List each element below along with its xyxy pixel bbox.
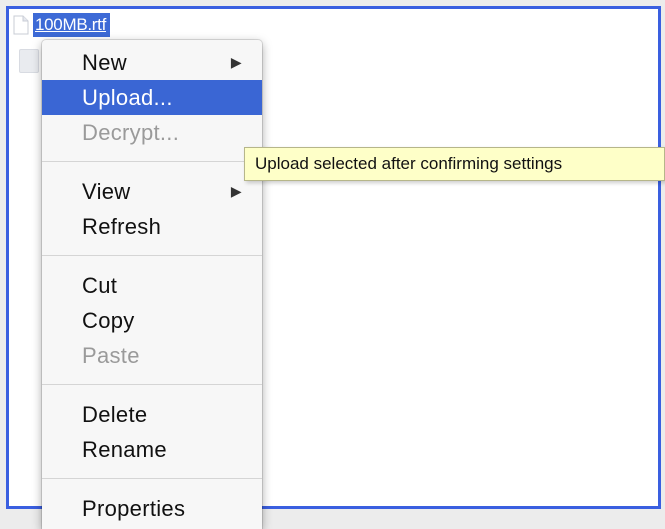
menu-item-copy[interactable]: Copy xyxy=(42,303,262,338)
menu-item-label: Delete xyxy=(82,402,148,427)
menu-item-properties[interactable]: Properties xyxy=(42,491,262,526)
menu-separator xyxy=(42,384,262,385)
menu-separator xyxy=(42,161,262,162)
tooltip: Upload selected after confirming setting… xyxy=(244,147,665,181)
menu-item-new[interactable]: New ▶ xyxy=(42,45,262,80)
menu-item-label: Properties xyxy=(82,496,186,521)
submenu-arrow-icon: ▶ xyxy=(230,183,242,199)
file-item[interactable]: 100MB.rtf xyxy=(13,13,110,37)
menu-item-decrypt: Decrypt... xyxy=(42,115,262,150)
menu-item-upload[interactable]: Upload... xyxy=(42,80,262,115)
menu-item-refresh[interactable]: Refresh xyxy=(42,209,262,244)
menu-item-label: Decrypt... xyxy=(82,120,180,145)
menu-separator xyxy=(42,478,262,479)
document-icon xyxy=(13,15,29,35)
menu-item-delete[interactable]: Delete xyxy=(42,397,262,432)
menu-item-label: Refresh xyxy=(82,214,162,239)
menu-item-label: View xyxy=(82,179,131,204)
submenu-arrow-icon: ▶ xyxy=(230,54,242,70)
menu-separator xyxy=(42,255,262,256)
menu-item-label: Copy xyxy=(82,308,135,333)
context-menu: New ▶ Upload... Decrypt... View ▶ Refres… xyxy=(42,40,262,529)
menu-item-label: Cut xyxy=(82,273,118,298)
menu-item-cut[interactable]: Cut xyxy=(42,268,262,303)
menu-item-label: Paste xyxy=(82,343,140,368)
menu-item-label: New xyxy=(82,50,127,75)
menu-item-rename[interactable]: Rename xyxy=(42,432,262,467)
menu-item-paste: Paste xyxy=(42,338,262,373)
document-icon xyxy=(19,49,39,73)
file-name-label[interactable]: 100MB.rtf xyxy=(33,13,110,37)
menu-item-label: Rename xyxy=(82,437,167,462)
menu-item-view[interactable]: View ▶ xyxy=(42,174,262,209)
tooltip-text: Upload selected after confirming setting… xyxy=(255,154,563,173)
menu-item-label: Upload... xyxy=(82,85,173,110)
